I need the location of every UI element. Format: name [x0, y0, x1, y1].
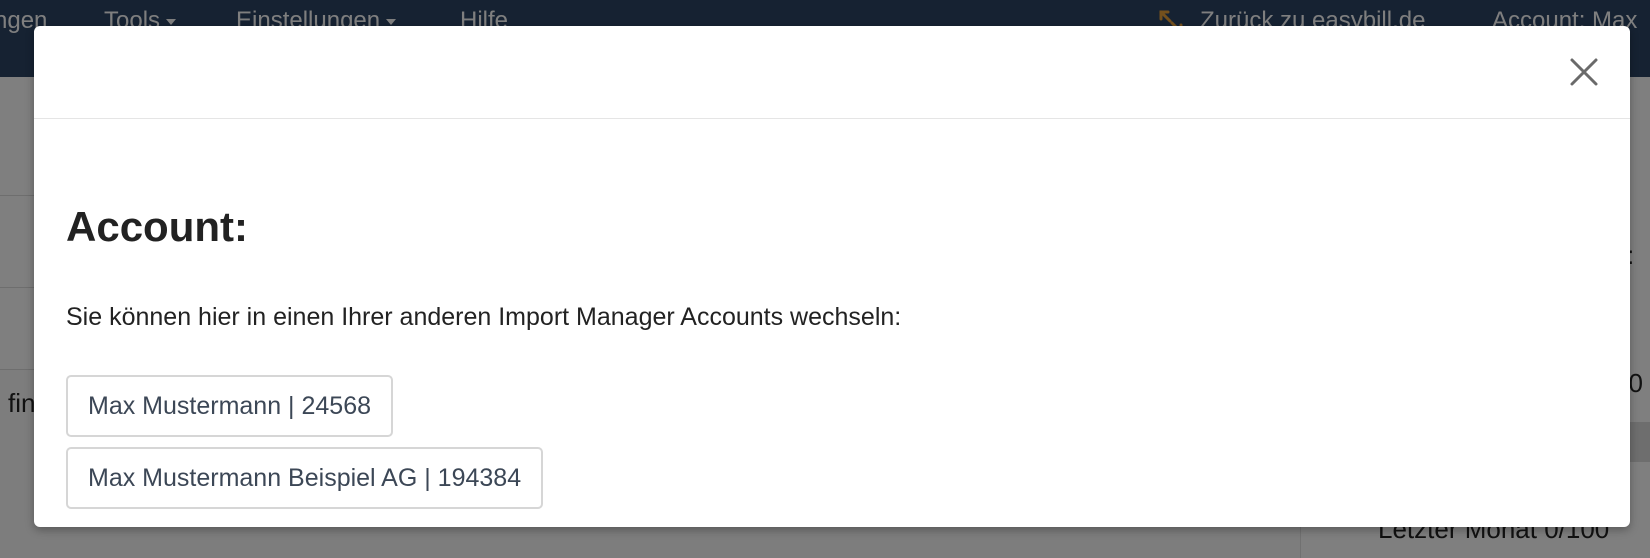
modal-title: Account:	[66, 203, 248, 250]
account-switch-modal: Account: Sie können hier in einen Ihrer …	[34, 26, 1630, 527]
modal-header	[34, 26, 1630, 119]
modal-description: Sie können hier in einen Ihrer anderen I…	[66, 303, 902, 331]
close-icon[interactable]	[1564, 52, 1604, 92]
account-button[interactable]: Max Mustermann Beispiel AG | 194384	[66, 447, 544, 509]
account-button[interactable]: Max Mustermann | 24568	[66, 375, 394, 437]
